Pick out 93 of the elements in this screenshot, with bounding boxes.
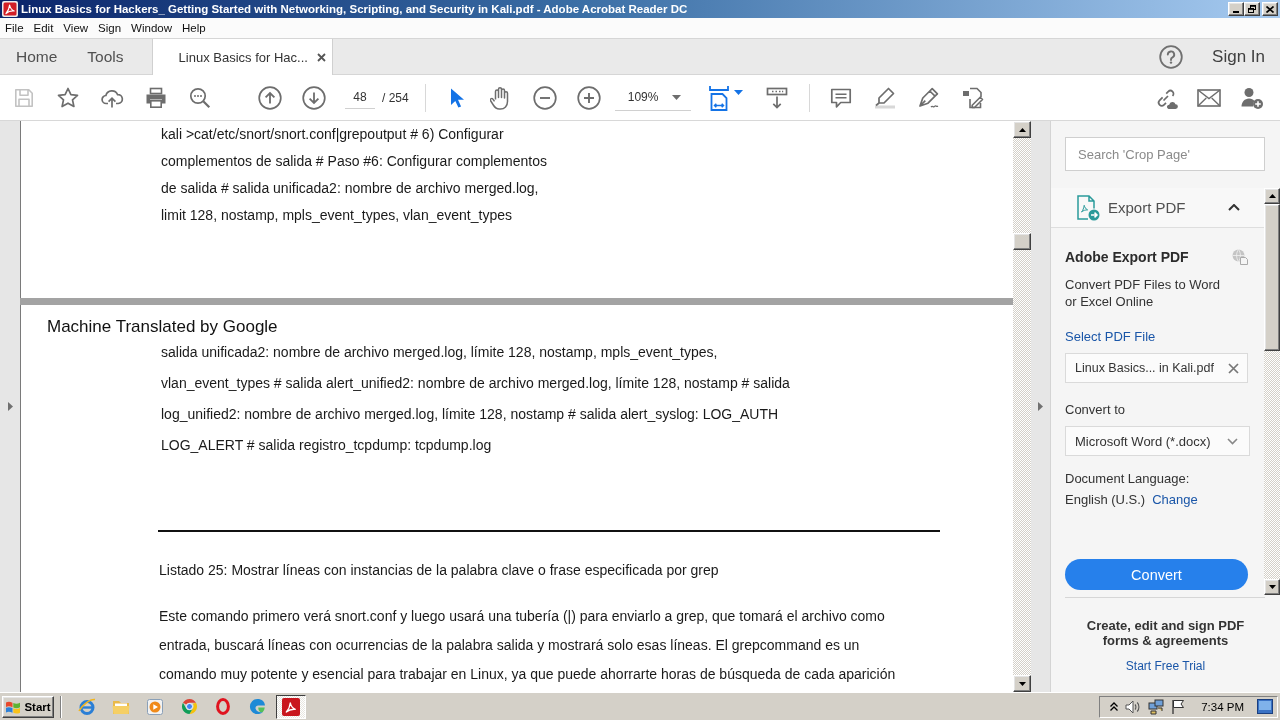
- format-dropdown[interactable]: Microsoft Word (*.docx): [1065, 426, 1250, 456]
- folder-icon: [112, 698, 130, 715]
- close-icon[interactable]: [316, 52, 326, 62]
- minimize-icon: [1233, 11, 1239, 13]
- media-player-icon: [147, 698, 163, 715]
- scroll-down-icon: [764, 85, 789, 110]
- window-title: Linux Basics for Hackers_ Getting Started with Networking, Scripting, and Security in Kali.pdf - Adobe Acrobat Reader DC: [21, 3, 688, 15]
- start-button[interactable]: Start: [2, 695, 54, 718]
- export-document-icon: [1076, 194, 1100, 221]
- scroll-up-button[interactable]: [1264, 188, 1280, 204]
- triangle-up-icon: [1018, 127, 1026, 132]
- document-tab[interactable]: Linux Basics for Hac...: [151, 39, 333, 75]
- page-text: kali >cat/etc/snort/snort.conf|grepoutput # 6) Configurar complementos de salida # Paso #6: Configurar complementos de salida # salida unificada2: nombre de archivo merged.log, limit 128, nostamp, mpls_event_types, vlan_event_types: [161, 125, 547, 225]
- close-button[interactable]: [1262, 2, 1278, 16]
- restore-icon: [1248, 5, 1256, 13]
- page-total: / 254: [382, 90, 409, 105]
- menu-item[interactable]: File: [0, 20, 29, 36]
- taskbar-app-button[interactable]: [276, 694, 306, 719]
- file-name: Linux Basics... in Kali.pdf: [1075, 361, 1214, 375]
- pdf-app-icon: [282, 697, 300, 716]
- translated-text: salida unificada2: nombre de archivo merged.log, límite 128, nostamp, mpls_event_types, vlan_event_types # salida alert_unified2: nombre de archivo merged.log, límite 128, nostamp # salida log_unified2: nombre de archivo merged.log, límite 128, nostamp # salida alert_syslog: LOG_AUTH LOG_ALERT # salida registro_tcpdump: tcpdump.log: [161, 343, 790, 455]
- scrollbar[interactable]: [1264, 188, 1280, 595]
- listing-caption: Listado 25: Mostrar líneas con instancias de la palabra clave o frase especificada por grep: [159, 561, 719, 580]
- arrow-up-circle-icon: [258, 85, 282, 110]
- panel-heading: Adobe Export PDF: [1065, 249, 1189, 265]
- help-button[interactable]: [1159, 44, 1184, 69]
- star-icon: [56, 85, 80, 110]
- clock[interactable]: 7:34 PM: [1201, 700, 1244, 713]
- free-trial-link[interactable]: Start Free Trial: [1125, 657, 1206, 675]
- sign-in-button[interactable]: Sign In: [1212, 46, 1265, 67]
- show-desktop-icon[interactable]: [1257, 699, 1273, 714]
- select-file-link[interactable]: Select PDF File: [1065, 328, 1156, 346]
- change-link[interactable]: Change: [1152, 491, 1198, 509]
- minus-circle-icon: [532, 85, 557, 110]
- flag-logo-icon: [5, 699, 22, 714]
- promo-text: Create, edit and sign PDF forms & agreements: [1085, 618, 1246, 648]
- triangle-down-icon: [1268, 585, 1276, 589]
- close-icon: [1266, 5, 1274, 13]
- network-icon[interactable]: [1148, 698, 1165, 715]
- field-label: Document Language:: [1065, 470, 1190, 488]
- selected-file-field[interactable]: Linux Basics... in Kali.pdf: [1065, 353, 1248, 383]
- ring-icon: [216, 698, 230, 715]
- menu-item[interactable]: Window: [126, 20, 177, 36]
- menu-item[interactable]: Help: [177, 20, 211, 36]
- scrollbar[interactable]: [1013, 121, 1031, 692]
- search-icon: [188, 85, 212, 110]
- body-paragraph: Este comando primero verá snort.conf y luego usará una tubería (|) para enviarlo a grep, que tomará el archivo como entrada, buscará líneas con ocurrencias de la palabra salida y mostrará solo esas líneas. El grepcommand es un comando muy potente y esencial para trabajar en Linux, ya que puede ahorrarte horas de búsqueda de cada aparición: [159, 607, 896, 684]
- envelope-icon: [1197, 88, 1221, 107]
- translation-note: Machine Translated by Google: [47, 317, 278, 337]
- printer-icon: [144, 85, 168, 110]
- scrollbar-thumb[interactable]: [1013, 233, 1031, 250]
- tab[interactable]: Home: [1, 39, 73, 74]
- chevron-up-icon[interactable]: [1110, 702, 1119, 711]
- flag-icon[interactable]: [1171, 699, 1187, 714]
- close-icon[interactable]: [1228, 362, 1239, 374]
- scrollbar-thumb[interactable]: [1264, 204, 1280, 351]
- collapse-arrow-icon[interactable]: [1038, 402, 1043, 411]
- caret-down-icon: [733, 90, 743, 95]
- highlighter-icon: [872, 85, 897, 110]
- chevron-icon: [1228, 204, 1240, 211]
- fit-page-icon: [706, 84, 731, 111]
- menu-item[interactable]: Sign: [93, 20, 127, 36]
- browser-icon: [78, 697, 96, 716]
- segmented-circle-icon: [180, 698, 198, 715]
- plus-circle-icon: [576, 85, 601, 110]
- field-label: Convert to: [1065, 401, 1125, 419]
- globe-page-icon: [1232, 249, 1248, 265]
- zoom-dropdown[interactable]: 109%: [614, 84, 691, 111]
- document-pencil-icon: [960, 85, 985, 110]
- minimize-button[interactable]: [1228, 2, 1244, 16]
- expand-arrow-icon[interactable]: [7, 402, 13, 411]
- help-icon: [1159, 44, 1184, 69]
- language-value: English (U.S.): [1065, 491, 1146, 509]
- add-user-icon: [1240, 85, 1264, 110]
- caret-down-icon: [671, 94, 681, 100]
- triangle-down-icon: [1018, 681, 1026, 686]
- pointer-icon: [448, 86, 465, 109]
- scroll-up-button[interactable]: [1013, 121, 1031, 138]
- tab[interactable]: Tools: [72, 39, 139, 74]
- scroll-down-button[interactable]: [1264, 579, 1280, 595]
- speaker-icon[interactable]: [1125, 699, 1142, 714]
- wave-icon: [248, 698, 266, 715]
- menu-item[interactable]: View: [58, 20, 94, 36]
- triangle-up-icon: [1268, 194, 1276, 198]
- fountain-pen-icon: [916, 85, 941, 110]
- menu-item[interactable]: Edit: [28, 20, 59, 36]
- restore-button[interactable]: [1244, 2, 1260, 16]
- convert-button[interactable]: Convert: [1065, 559, 1248, 590]
- arrow-down-circle-icon: [302, 85, 326, 110]
- scroll-down-button[interactable]: [1013, 675, 1031, 692]
- search-field[interactable]: Search 'Crop Page': [1065, 137, 1265, 171]
- panel-description: Convert PDF Files to Word or Excel Online: [1065, 276, 1222, 310]
- chevron-down-icon: [1227, 437, 1238, 445]
